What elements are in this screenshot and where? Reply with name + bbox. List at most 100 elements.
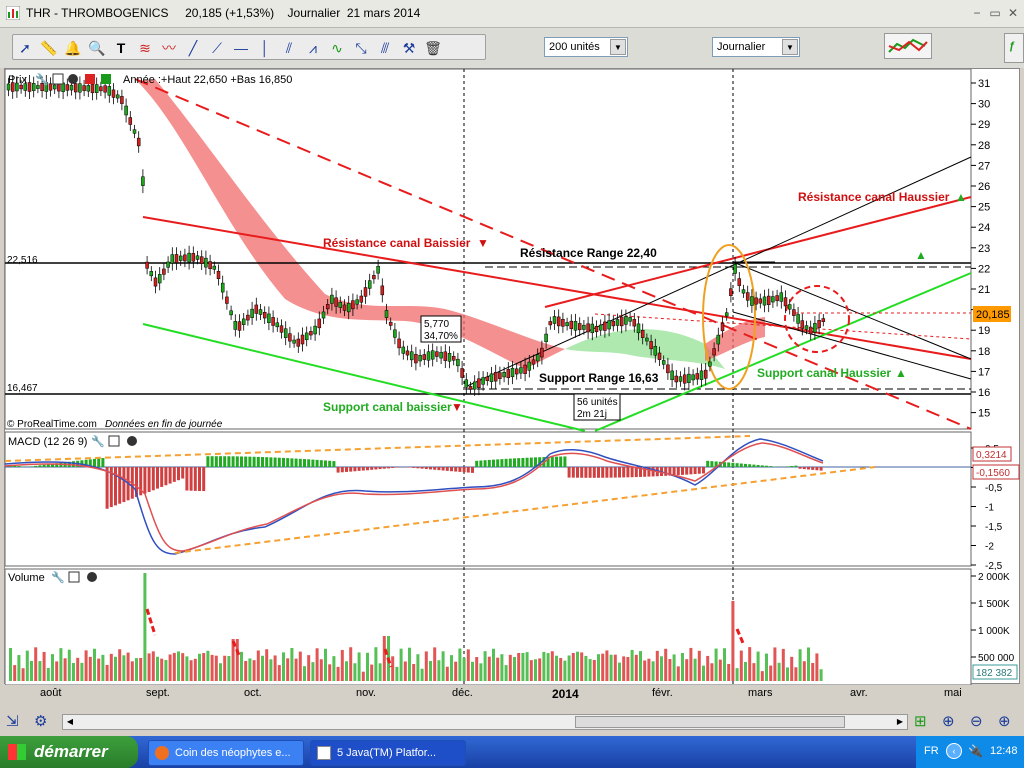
macd-hist-bar <box>802 467 806 470</box>
macd-hist-bar <box>261 457 264 467</box>
horizontal-line-icon[interactable]: — <box>231 38 251 58</box>
trend-channel-icon[interactable]: 〰 <box>159 38 179 58</box>
candle-body <box>615 319 620 326</box>
measure-icon[interactable]: ⊞ <box>914 712 927 730</box>
long-line-icon[interactable]: ⟋ <box>207 38 227 58</box>
candle-body <box>338 301 343 308</box>
chart-settings-icon[interactable]: ⚙ <box>34 712 47 730</box>
macd-hist-bar <box>256 456 260 467</box>
volume-bar <box>475 657 479 681</box>
dropdown-arrow-icon[interactable]: ▼ <box>782 39 798 55</box>
text-icon[interactable]: T <box>111 38 131 58</box>
zoom-icon[interactable]: 🔍 <box>87 38 107 58</box>
start-button[interactable]: démarrer <box>0 736 138 768</box>
close-button[interactable]: ✕ <box>1006 6 1020 20</box>
volume-bar <box>290 647 294 681</box>
ruler-icon[interactable]: 📏 <box>39 38 59 58</box>
macd-hist-bar <box>760 465 764 467</box>
zoom-area-icon[interactable]: ⊕ <box>942 712 955 730</box>
candle-body <box>430 350 435 360</box>
candle-body <box>304 332 309 341</box>
chart-area[interactable]: Résistance canal Baissier ▼ Résistance R… <box>4 68 1021 686</box>
volume-bar <box>420 668 424 681</box>
dropdown-arrow-icon[interactable]: ▼ <box>610 39 626 55</box>
add-indicator-button[interactable] <box>884 33 932 59</box>
side-panel-button[interactable]: ƒ <box>1004 33 1024 63</box>
volume-bar <box>252 660 256 681</box>
macd-hist-bar <box>269 457 273 467</box>
minimize-button[interactable]: − <box>970 6 984 20</box>
scroll-thumb[interactable] <box>575 716 845 728</box>
candle-body <box>241 318 246 325</box>
volume-bar <box>660 656 663 681</box>
candle-body <box>733 264 737 274</box>
candle-body <box>548 321 553 326</box>
zoom-in-icon[interactable]: ⊕ <box>998 712 1011 730</box>
price-tick-label: 21 <box>978 284 990 296</box>
zoom-out-icon[interactable]: ⊖ <box>970 712 983 730</box>
volume-bar <box>97 658 101 681</box>
macd-hist-bar <box>164 467 168 486</box>
macd-hist-bar <box>517 458 521 467</box>
volume-bar <box>479 663 483 681</box>
macd-hist-bar <box>706 460 710 467</box>
candle-body <box>94 84 99 93</box>
candle-body <box>666 364 670 374</box>
candle-body <box>443 351 448 361</box>
candle-body <box>611 320 616 327</box>
tools-icon[interactable]: ⚒ <box>399 38 419 58</box>
date-axis-label: mai <box>944 687 962 699</box>
volume-bar <box>30 660 33 681</box>
fan-icon[interactable]: ⩘ <box>303 38 323 58</box>
volume-bar <box>319 659 323 681</box>
macd-hist-bar <box>206 456 210 467</box>
volume-bar <box>513 656 516 681</box>
fibonacci-icon[interactable]: ≋ <box>135 38 155 58</box>
cursor-icon[interactable]: ➚ <box>15 38 35 58</box>
macd-hist-bar <box>244 456 248 467</box>
macd-hist-bar <box>630 467 634 478</box>
volume-bar <box>88 656 92 681</box>
line-icon[interactable]: ╱ <box>183 38 203 58</box>
volume-bar <box>151 651 155 681</box>
task-java[interactable]: 5 Java(TM) Platfor... <box>310 740 466 766</box>
volume-bar <box>286 658 290 681</box>
candle-body <box>544 333 548 343</box>
horizontal-scrollbar[interactable]: ◀ ▶ <box>62 714 908 730</box>
date-axis-label: août <box>40 687 62 699</box>
units-select[interactable]: 200 unités ▼ <box>544 37 628 57</box>
period-select[interactable]: Journalier ▼ <box>712 37 800 57</box>
tray-expand-icon[interactable]: ‹ <box>946 743 962 759</box>
volume-bar <box>345 661 348 681</box>
macd-hist-bar <box>609 467 613 478</box>
parallel-lines-icon[interactable]: ⫽ <box>279 38 299 58</box>
scroll-right-icon[interactable]: ▶ <box>893 715 907 729</box>
task-browser[interactable]: Coin des néophytes e... <box>148 740 304 766</box>
zoom-to-fit-icon[interactable]: ⇲ <box>6 712 19 730</box>
volume-bar <box>38 661 42 681</box>
language-indicator[interactable]: FR <box>924 745 939 757</box>
volume-bar <box>655 650 659 681</box>
trash-icon[interactable]: 🗑 <box>423 38 443 58</box>
volume-bar <box>46 668 50 681</box>
volume-bar <box>277 665 281 681</box>
candle-body <box>535 354 540 362</box>
volume-bar <box>181 653 185 681</box>
volume-bar <box>819 669 823 681</box>
vertical-line-icon[interactable]: │ <box>255 38 275 58</box>
scroll-left-icon[interactable]: ◀ <box>63 715 77 729</box>
volume-bar <box>399 648 403 681</box>
volume-bar <box>261 655 264 681</box>
bell-icon[interactable]: 🔔 <box>63 38 83 58</box>
price-tick-label: 27 <box>978 160 990 172</box>
candle-body <box>779 292 784 302</box>
chart-canvas[interactable]: Résistance canal Baissier ▼ Résistance R… <box>4 68 1021 686</box>
arrows-icon[interactable]: ⤡ <box>351 38 371 58</box>
wrench-icon: 🔧 <box>51 570 65 584</box>
macd-tick-label: -1 <box>985 503 994 514</box>
volume-bar <box>328 664 332 681</box>
tray-network-icon[interactable]: 🔌 <box>968 744 983 758</box>
slash-icon[interactable]: ⫻ <box>375 38 395 58</box>
restore-button[interactable]: ▭ <box>988 6 1002 20</box>
wave-icon[interactable]: ∿ <box>327 38 347 58</box>
